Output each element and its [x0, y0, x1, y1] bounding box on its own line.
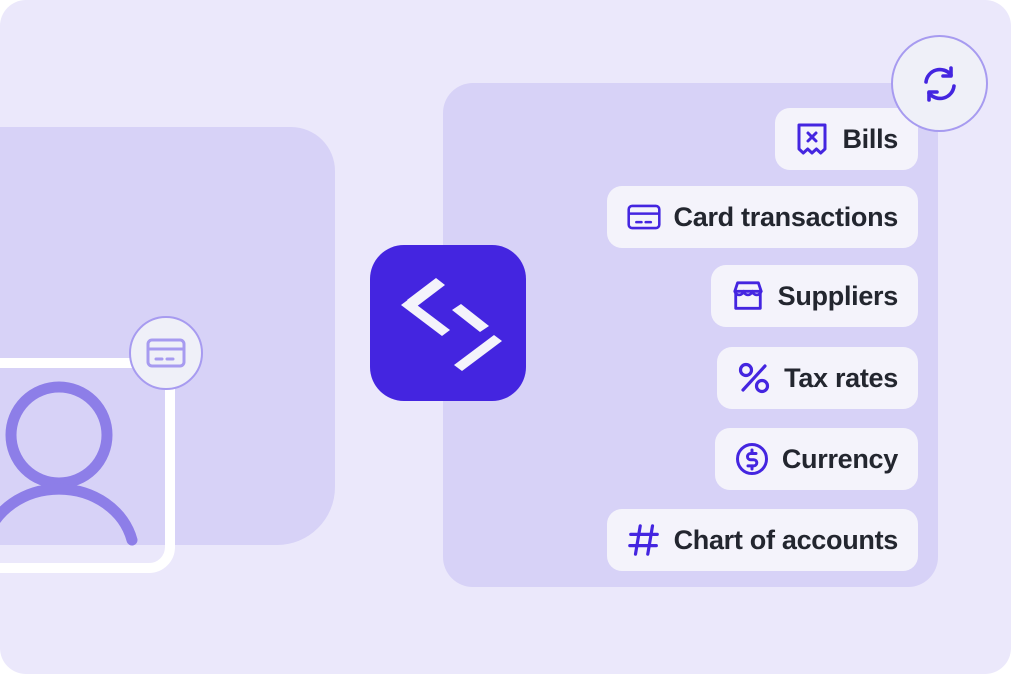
- pill-suppliers[interactable]: Suppliers: [710, 265, 918, 327]
- credit-card-badge: [129, 316, 203, 390]
- pill-label: Currency: [781, 443, 898, 474]
- pill-card-transactions[interactable]: Card transactions: [606, 186, 918, 248]
- sync-badge: [891, 35, 988, 132]
- pill-label: Chart of accounts: [673, 524, 899, 555]
- code-brackets-logo: [370, 245, 526, 401]
- credit-card-icon: [626, 200, 661, 234]
- pill-chart-of-accounts[interactable]: Chart of accounts: [606, 509, 918, 571]
- left-panel: [0, 127, 335, 573]
- pill-tax-rates[interactable]: Tax rates: [717, 347, 918, 409]
- illustration-canvas: Bills Card transactions Suppliers Tax ra…: [0, 0, 1011, 674]
- pill-currency[interactable]: Currency: [714, 428, 918, 490]
- credit-card-icon: [146, 338, 186, 368]
- code-brackets-logo-icon: [401, 278, 502, 371]
- sync-refresh-icon: [923, 65, 956, 102]
- percent-icon: [737, 361, 771, 395]
- storefront-icon: [731, 279, 765, 313]
- pill-label: Card transactions: [673, 201, 899, 232]
- pill-label: Tax rates: [784, 362, 898, 393]
- pill-bills[interactable]: Bills: [775, 108, 918, 170]
- user-avatar-icon: [0, 381, 138, 546]
- pill-label: Suppliers: [777, 280, 899, 311]
- pill-label: Bills: [842, 123, 898, 154]
- dollar-circle-icon: [735, 442, 769, 476]
- hash-icon: [627, 523, 661, 557]
- avatar-frame: [0, 358, 175, 573]
- receipt-x-icon: [795, 122, 829, 156]
